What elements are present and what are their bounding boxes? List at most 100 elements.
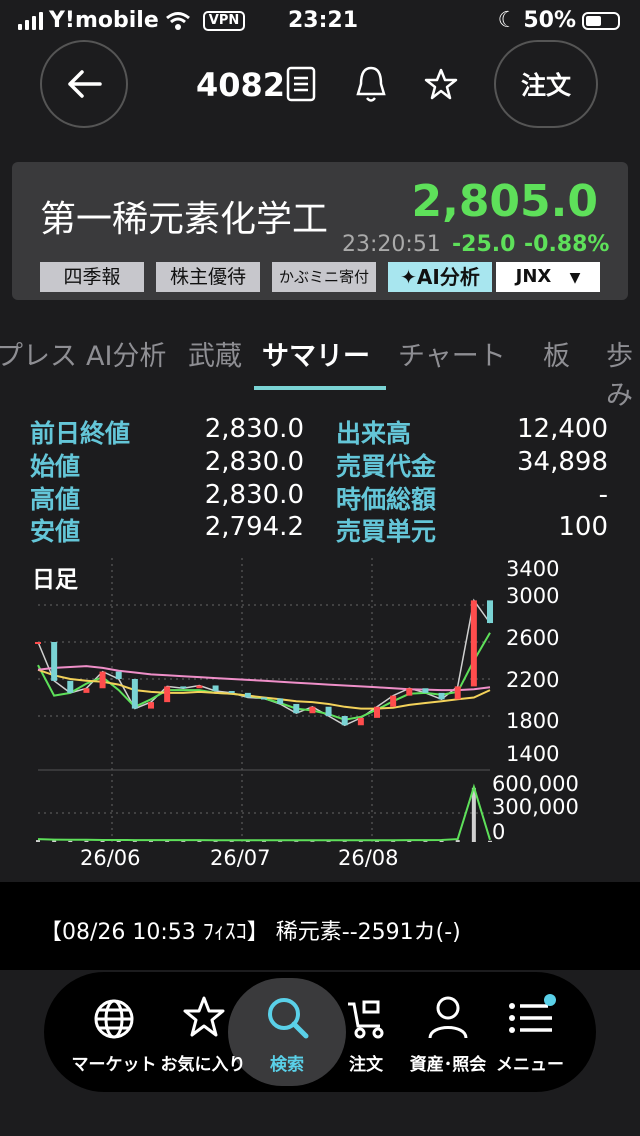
candle-bar bbox=[438, 692, 445, 700]
stat-label-trading-unit: 売買単元 bbox=[336, 517, 437, 546]
carrier-name: Y!mobile bbox=[49, 8, 159, 33]
stat-value-low: 2,794.2 bbox=[204, 512, 304, 542]
volume-bar bbox=[342, 841, 347, 842]
stat-value-open: 2,830.0 bbox=[204, 447, 304, 477]
volume-bar bbox=[52, 840, 57, 842]
search-icon[interactable] bbox=[266, 996, 310, 1040]
stat-label-open: 始値 bbox=[30, 452, 81, 481]
volume-bar bbox=[455, 840, 460, 842]
volume-tick: 300,000 bbox=[492, 795, 579, 819]
shikiho-button[interactable]: 四季報 bbox=[40, 262, 144, 292]
wifi-icon bbox=[165, 11, 190, 30]
stat-label-market-cap: 時価総額 bbox=[336, 485, 437, 514]
candle-bar bbox=[325, 706, 332, 716]
tab-press[interactable]: プレス bbox=[0, 334, 77, 373]
market-select[interactable]: JNX ▼ bbox=[496, 262, 600, 292]
menu-icon[interactable] bbox=[508, 994, 560, 1038]
quote-time: 23:20:51 bbox=[342, 232, 441, 257]
volume-bar bbox=[262, 841, 266, 842]
volume-bar bbox=[181, 841, 186, 842]
cart-icon[interactable] bbox=[344, 996, 388, 1040]
candle-bar bbox=[277, 698, 284, 704]
kabumini-button[interactable]: かぶミニ寄付 bbox=[272, 262, 376, 292]
ai-analysis-button[interactable]: ✦AI分析 bbox=[388, 262, 492, 292]
date-tick: 26/06 bbox=[80, 846, 141, 870]
stat-label-turnover: 売買代金 bbox=[336, 452, 437, 481]
person-icon[interactable] bbox=[426, 994, 470, 1040]
vpn-badge: VPN bbox=[202, 10, 246, 31]
candle-bar bbox=[309, 706, 316, 714]
price-tick: 2200 bbox=[506, 668, 560, 692]
carrier: Y!mobile VPN bbox=[18, 8, 246, 33]
candle-bar bbox=[470, 600, 477, 687]
tab-ayumi[interactable]: 歩み bbox=[606, 334, 640, 412]
dropdown-triangle-icon: ▼ bbox=[569, 270, 581, 286]
stat-value-market-cap: - bbox=[598, 480, 608, 510]
volume-bar bbox=[149, 841, 153, 842]
price-series-line bbox=[37, 665, 491, 692]
candle-bar bbox=[374, 706, 380, 718]
candle-bar bbox=[454, 686, 461, 700]
nav-label-menu[interactable]: メニュー bbox=[480, 1050, 580, 1075]
volume-bar bbox=[68, 840, 73, 842]
volume-bar bbox=[84, 840, 89, 842]
candle-bar bbox=[164, 686, 171, 703]
document-icon[interactable] bbox=[286, 66, 316, 102]
price-series-line bbox=[37, 632, 491, 721]
volume-bar bbox=[116, 841, 121, 842]
status-bar: Y!mobile VPN 23:21 ☾ 50% bbox=[0, 0, 640, 40]
yutai-button[interactable]: 株主優待 bbox=[156, 262, 260, 292]
candle-bar bbox=[261, 697, 267, 700]
globe-icon[interactable] bbox=[93, 998, 135, 1040]
tab-board[interactable]: 板 bbox=[543, 334, 570, 373]
candle-bar bbox=[131, 679, 138, 709]
volume-bar bbox=[197, 841, 202, 842]
candle-bar bbox=[228, 691, 235, 694]
stat-value-turnover: 34,898 bbox=[517, 447, 608, 477]
stat-label-volume: 出来高 bbox=[336, 419, 412, 448]
volume-bar bbox=[391, 841, 396, 842]
volume-bar bbox=[326, 841, 331, 842]
stat-value-volume: 12,400 bbox=[517, 414, 608, 444]
price-tick: 3400 bbox=[506, 557, 560, 581]
bell-icon[interactable] bbox=[355, 64, 387, 104]
tab-musashi[interactable]: 武蔵 bbox=[188, 334, 242, 373]
volume-bar bbox=[213, 841, 218, 842]
market-select-value: JNX bbox=[515, 266, 552, 287]
volume-bar bbox=[407, 841, 412, 842]
candle-bar bbox=[148, 702, 154, 709]
stock-code: 4082 bbox=[196, 66, 286, 104]
clock: 23:21 bbox=[288, 8, 359, 33]
candle-bar bbox=[406, 688, 413, 696]
volume-bar bbox=[229, 841, 234, 842]
stat-label-prev-close: 前日終値 bbox=[30, 419, 131, 448]
order-button[interactable]: 注文 bbox=[494, 40, 598, 128]
volume-bar bbox=[439, 841, 444, 842]
candle-bar bbox=[196, 685, 203, 689]
battery-percent: 50% bbox=[523, 8, 576, 33]
candle-bar bbox=[357, 717, 364, 726]
tab-chart[interactable]: チャート bbox=[398, 334, 506, 373]
price-tick: 2600 bbox=[506, 626, 560, 650]
candle-bar bbox=[35, 642, 41, 644]
news-headline[interactable]: 【08/26 10:53 ﾌｨｽｺ】 稀元素--2591カ(-) bbox=[40, 914, 461, 946]
stat-value-prev-close: 2,830.0 bbox=[204, 414, 304, 444]
candle-bar bbox=[67, 680, 74, 693]
candle-bar bbox=[83, 688, 90, 693]
candle-bar bbox=[51, 642, 58, 681]
back-button[interactable] bbox=[40, 40, 128, 128]
star-favorite-icon[interactable] bbox=[424, 68, 458, 100]
tab-ai-analysis[interactable]: AI分析 bbox=[86, 334, 166, 373]
price-change: -25.0 bbox=[452, 232, 516, 257]
volume-bar bbox=[165, 841, 170, 842]
star-icon[interactable] bbox=[182, 996, 226, 1038]
tab-summary[interactable]: サマリー bbox=[262, 334, 370, 373]
company-name: 第一稀元素化学工 bbox=[40, 199, 329, 240]
candle-bar bbox=[390, 695, 397, 707]
candle-bar bbox=[212, 685, 219, 692]
volume-bar bbox=[423, 841, 428, 842]
candle-bar bbox=[293, 703, 300, 714]
back-arrow-icon bbox=[68, 70, 102, 98]
volume-average-line bbox=[37, 783, 491, 842]
nav-label-market[interactable]: マーケット bbox=[64, 1050, 164, 1075]
